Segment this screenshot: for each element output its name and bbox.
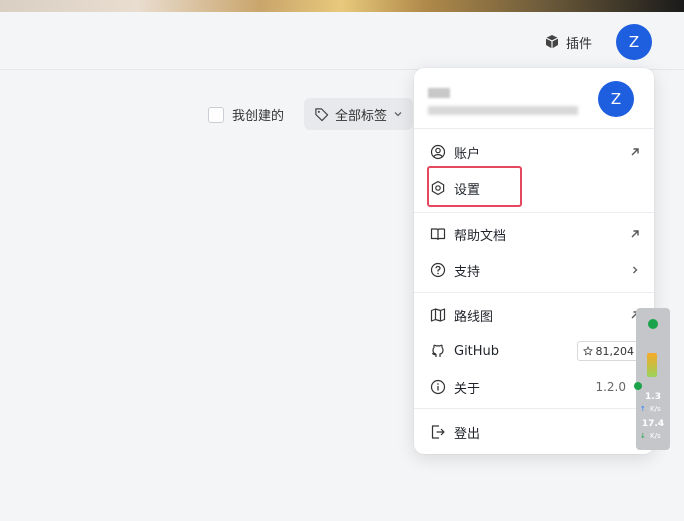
menu-divider (414, 128, 654, 129)
user-email-blurred (428, 106, 578, 115)
download-unit: K/s (650, 432, 661, 440)
menu-item-support[interactable]: 支持 (414, 252, 654, 288)
external-arrow-icon (631, 148, 639, 156)
github-stars-count: 81,204 (595, 344, 635, 358)
question-circle-icon (430, 262, 446, 278)
star-icon (582, 346, 593, 356)
menu-divider (414, 408, 654, 409)
download-speed: 17.4 (641, 419, 665, 429)
user-dropdown-menu: Z 账户 设置 帮助文档 支持 路线图 GitHub 81,204 关于 1.2… (414, 68, 654, 454)
download-arrow-icon: ↓ (640, 432, 646, 440)
menu-item-account[interactable]: 账户 (414, 134, 654, 170)
status-indicator-dot (634, 382, 642, 390)
menu-item-label: 设置 (454, 182, 481, 198)
menu-item-settings[interactable]: 设置 (414, 170, 654, 206)
external-arrow-icon (631, 230, 639, 238)
app-version: 1.2.0 (595, 380, 626, 394)
top-header: 插件 Z (0, 12, 684, 70)
github-icon (431, 344, 444, 357)
user-avatar-button[interactable]: Z (616, 24, 652, 60)
menu-item-label: 路线图 (454, 309, 494, 325)
menu-item-label: 帮助文档 (454, 228, 507, 244)
all-tags-label: 全部标签 (335, 108, 388, 124)
logout-icon (431, 425, 445, 439)
upload-speed: 1.3 (645, 392, 661, 402)
menu-item-about[interactable]: 关于 1.2.0 (414, 369, 654, 405)
tag-icon (315, 107, 329, 121)
menu-divider (414, 212, 654, 213)
chevron-right-icon (633, 266, 638, 274)
menu-item-label: GitHub (454, 343, 500, 359)
menu-item-label: 登出 (454, 426, 481, 442)
map-icon (430, 308, 446, 322)
gear-icon (431, 180, 445, 196)
user-name-blurred (428, 88, 450, 98)
menu-item-label: 支持 (454, 264, 481, 280)
book-icon (430, 228, 446, 241)
created-by-me-label: 我创建的 (232, 109, 285, 124)
upload-arrow-icon: ↑ (640, 405, 646, 413)
top-banner-image (0, 0, 684, 12)
status-dot (648, 319, 658, 329)
cube-icon (545, 35, 559, 49)
info-icon (430, 379, 446, 395)
menu-item-logout[interactable]: 登出 (414, 414, 654, 450)
user-circle-icon (430, 144, 446, 160)
menu-item-label: 账户 (454, 146, 481, 162)
upload-unit: K/s (650, 405, 661, 413)
github-stars-badge[interactable]: 81,204 (576, 341, 640, 361)
chevron-down-icon (394, 112, 402, 117)
created-by-me-checkbox[interactable] (208, 106, 224, 123)
plugins-label: 插件 (566, 36, 593, 52)
signal-bar (647, 353, 657, 377)
menu-item-roadmap[interactable]: 路线图 (414, 297, 654, 333)
menu-item-label: 关于 (454, 381, 481, 397)
menu-item-github[interactable]: GitHub 81,204 (414, 333, 654, 369)
plugins-button[interactable]: 插件 (544, 32, 592, 52)
menu-divider (414, 292, 654, 293)
menu-avatar: Z (598, 81, 634, 117)
menu-item-help-docs[interactable]: 帮助文档 (414, 216, 654, 252)
created-by-me-filter[interactable]: 我创建的 (208, 105, 284, 124)
all-tags-dropdown[interactable]: 全部标签 (304, 98, 414, 130)
network-speed-widget[interactable]: 1.3 ↑ K/s 17.4 ↓ K/s (636, 308, 670, 450)
